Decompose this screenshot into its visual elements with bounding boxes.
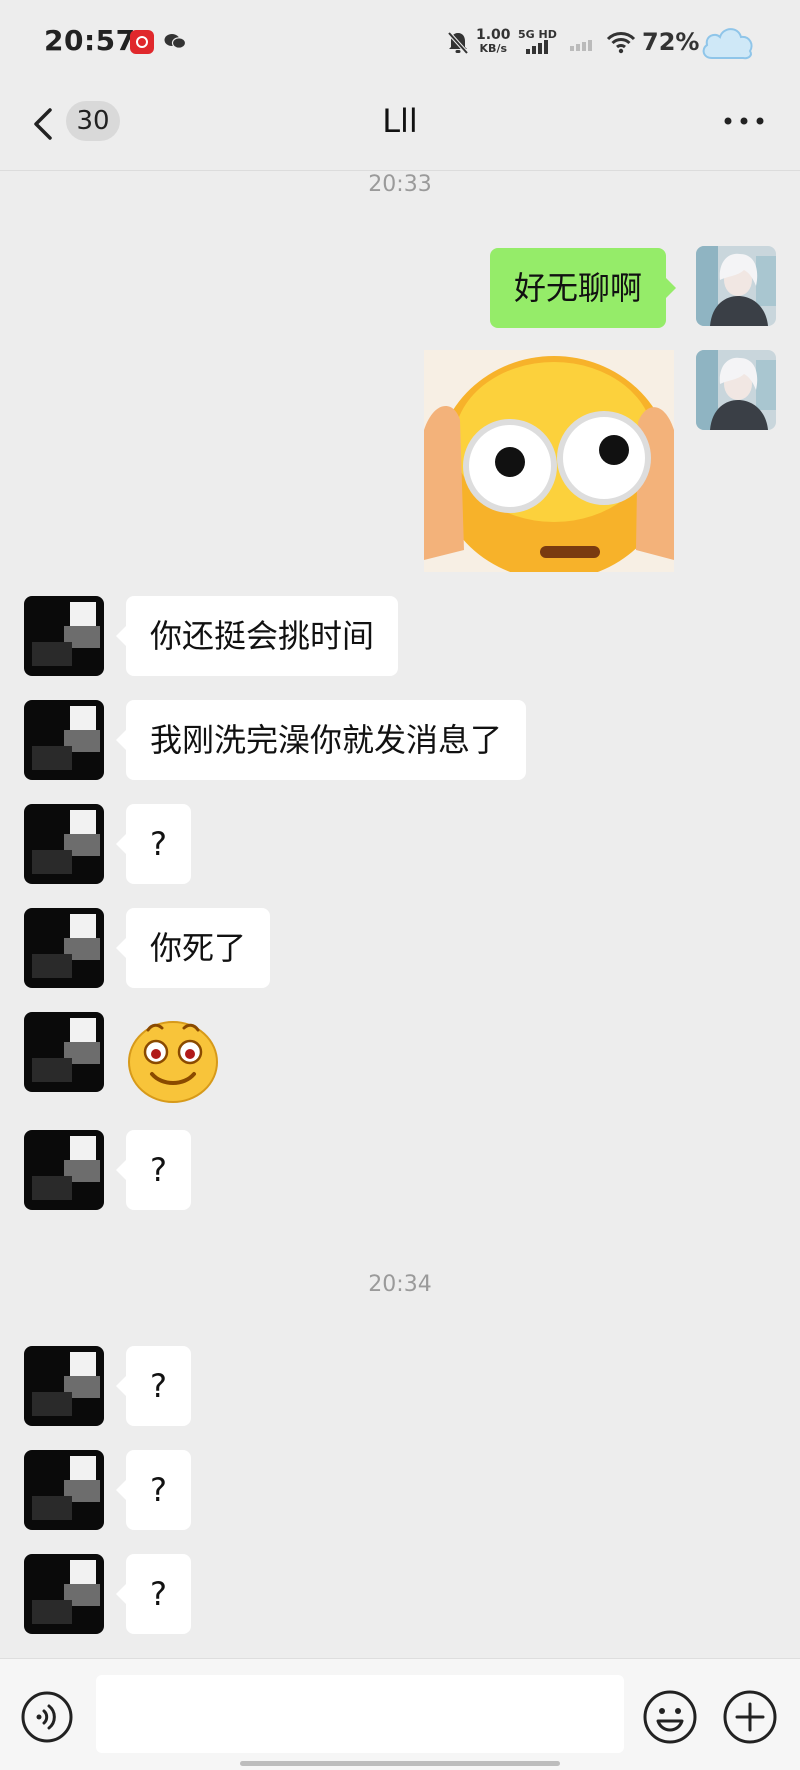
wechat-notify-icon (164, 34, 186, 49)
more-options-icon[interactable] (722, 114, 766, 128)
status-time: 20:57 (44, 24, 136, 57)
contact-avatar[interactable] (24, 908, 104, 988)
cloud-icon (702, 28, 753, 60)
smile-emoji[interactable] (126, 1016, 220, 1104)
net-speed-value: 1.00 (476, 27, 511, 43)
message-bubble-received[interactable]: ? (116, 1450, 191, 1530)
my-avatar[interactable] (696, 246, 776, 326)
signal-icon-2 (570, 40, 592, 51)
contact-avatar[interactable] (24, 1012, 104, 1092)
contact-avatar[interactable] (24, 1346, 104, 1426)
timestamp: 20:33 (368, 172, 432, 197)
signal-icon (526, 40, 548, 54)
message-bubble-received[interactable]: ? (116, 804, 191, 884)
my-avatar[interactable] (696, 350, 776, 430)
net-speed-unit: KB/s (479, 42, 508, 55)
message-bubble-received[interactable]: 你死了 (115, 908, 271, 988)
message-bubble-received[interactable]: ? (116, 1130, 191, 1210)
shocked-face-sticker[interactable] (424, 350, 674, 572)
timestamp: 20:34 (368, 1272, 432, 1297)
message-input[interactable] (96, 1675, 624, 1753)
message-bubble-received[interactable]: 你还挺会挑时间 (115, 596, 399, 676)
net-speed: 1.00 KB/s (476, 28, 511, 56)
contact-avatar[interactable] (24, 1130, 104, 1210)
contact-avatar[interactable] (24, 596, 104, 676)
netease-music-icon (130, 30, 154, 54)
message-bubble-sent[interactable]: 好无聊啊 (490, 248, 677, 328)
message-bubble-received[interactable]: 我刚洗完澡你就发消息了 (115, 700, 527, 780)
emoji-icon[interactable] (642, 1689, 698, 1745)
contact-avatar[interactable] (24, 1450, 104, 1530)
input-bar (0, 1658, 800, 1770)
plus-icon[interactable] (722, 1689, 778, 1745)
voice-icon[interactable] (20, 1690, 74, 1744)
battery-percent: 72% (642, 28, 700, 56)
status-bar: 20:57 1.00 KB/s 5G HD 72% (0, 0, 800, 90)
chat-title: Lll (382, 102, 418, 140)
message-bubble-received[interactable]: ? (116, 1346, 191, 1426)
message-bubble-received[interactable]: ? (116, 1554, 191, 1634)
contact-avatar[interactable] (24, 1554, 104, 1634)
contact-avatar[interactable] (24, 700, 104, 780)
contact-avatar[interactable] (24, 804, 104, 884)
chat-header: 30 Lll (0, 90, 800, 171)
wifi-icon (606, 32, 636, 54)
home-indicator[interactable] (240, 1761, 560, 1766)
mute-bell-icon (447, 31, 469, 55)
